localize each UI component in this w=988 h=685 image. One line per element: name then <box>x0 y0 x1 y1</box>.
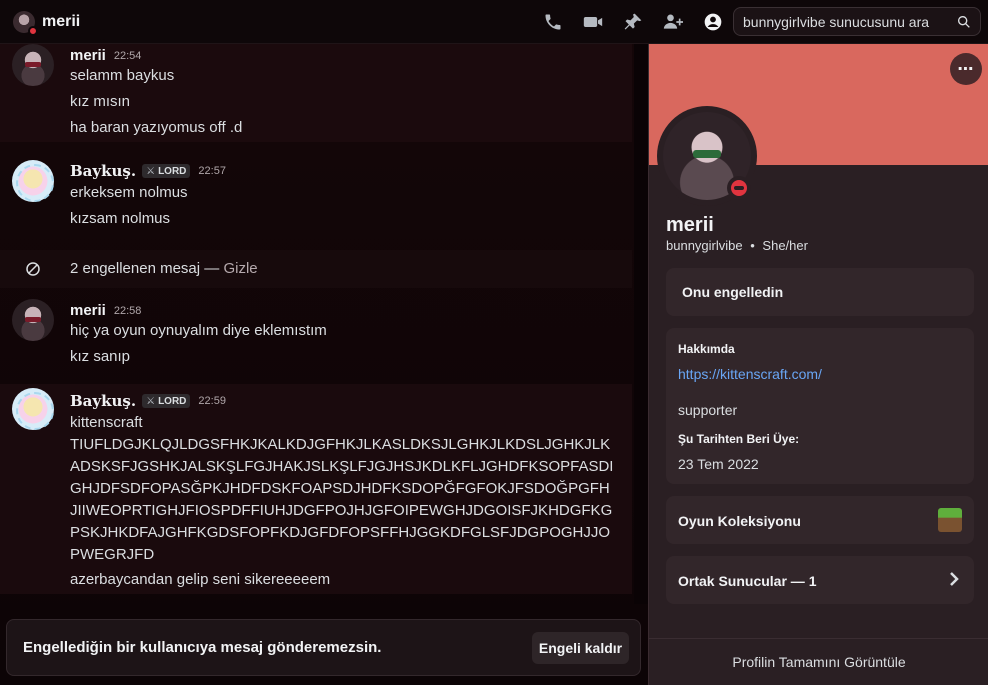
dm-avatar[interactable] <box>13 10 38 36</box>
phone-call-icon[interactable] <box>533 10 573 34</box>
mutual-servers-label: Ortak Sunucular — 1 <box>678 573 817 589</box>
avatar[interactable] <box>12 299 54 341</box>
profile-pronouns: She/her <box>762 238 808 253</box>
blocked-messages-text: 2 engellenen mesaj — Gizle <box>70 260 258 277</box>
game-icon <box>938 508 962 532</box>
member-since-date: 23 Tem 2022 <box>678 456 759 472</box>
scrollbar[interactable] <box>634 44 648 604</box>
about-card: Hakkımda https://kittenscraft.com/ suppo… <box>666 328 974 484</box>
sword-icon: ⚔ <box>146 395 156 407</box>
channel-title: merii <box>42 12 81 30</box>
search-icon[interactable] <box>956 14 972 30</box>
game-collection-label: Oyun Koleksiyonu <box>678 513 801 529</box>
message-text: azerbaycandan gelip seni sikereeeeem <box>70 571 331 588</box>
message-header: Baykuş. ⚔ LORD 22:57 <box>70 162 226 180</box>
blocked-icon <box>24 260 42 278</box>
chevron-right-icon <box>946 569 962 589</box>
message-text: kız sanıp <box>70 348 131 365</box>
blocked-status-card: Onu engelledin <box>666 268 974 316</box>
header-toolbar <box>533 10 733 34</box>
search-box[interactable] <box>733 7 981 36</box>
search-input[interactable] <box>743 13 953 30</box>
avatar[interactable] <box>12 388 54 430</box>
timestamp: 22:58 <box>113 304 142 317</box>
message-text: erkeksem nolmus <box>70 184 188 201</box>
message-text: kızsam nolmus <box>70 210 171 227</box>
avatar[interactable] <box>12 160 54 202</box>
profile-panel: ⋯ merii bunnygirlvibe • She/her Onu enge… <box>648 44 988 685</box>
message-text: kız mısın <box>70 93 131 110</box>
message-header: merii 22:58 <box>70 302 141 319</box>
about-heading: Hakkımda <box>678 342 735 356</box>
view-full-profile-link[interactable]: Profilin Tamamını Görüntüle <box>649 638 988 685</box>
blocked-composer: Engellediğin bir kullanıcıya mesaj gönde… <box>6 619 641 676</box>
timestamp: 22:54 <box>113 49 142 62</box>
role-tag: ⚔ LORD <box>142 394 191 408</box>
username[interactable]: Baykuş. <box>70 392 136 410</box>
pin-icon[interactable] <box>613 10 653 34</box>
profile-avatar[interactable] <box>657 106 757 206</box>
username[interactable]: merii <box>70 47 106 64</box>
message-header: merii 22:54 <box>70 47 141 64</box>
role-tag: ⚔ LORD <box>142 164 191 178</box>
blocked-status-text: Onu engelledin <box>682 284 784 300</box>
chat-area: merii 22:54 selamm baykus kız mısın ha b… <box>0 44 648 685</box>
profile-username[interactable]: bunnygirlvibe <box>666 238 743 253</box>
username[interactable]: merii <box>70 302 106 319</box>
video-camera-icon[interactable] <box>573 10 613 34</box>
timestamp: 22:59 <box>198 395 226 407</box>
add-friend-icon[interactable] <box>653 10 693 34</box>
separator-dot: • <box>750 238 755 253</box>
dnd-status-icon <box>727 176 751 200</box>
role-tag-label: LORD <box>158 395 187 407</box>
message-group: Baykuş. ⚔ LORD 22:59 kittenscraft TIUFLDG… <box>0 384 632 594</box>
message-text: kittenscraft <box>70 414 143 431</box>
sword-icon: ⚔ <box>146 165 156 177</box>
member-since-heading: Şu Tarihten Beri Üye: <box>678 432 800 446</box>
profile-username-line: bunnygirlvibe • She/her <box>666 238 808 253</box>
about-text: supporter <box>678 402 738 418</box>
message-text: hiç ya oyun oynuyalım diye eklemıstım <box>70 322 327 339</box>
message-group: merii 22:58 hiç ya oyun oynuyalım diye e… <box>0 294 632 372</box>
avatar[interactable] <box>12 44 54 86</box>
message-group: merii 22:54 selamm baykus kız mısın ha b… <box>0 44 632 142</box>
blocked-messages-row: 2 engellenen mesaj — Gizle <box>0 250 632 288</box>
dnd-status-icon <box>28 25 38 36</box>
message-text: selamm baykus <box>70 67 175 84</box>
more-options-icon[interactable]: ⋯ <box>950 53 982 85</box>
about-link[interactable]: https://kittenscraft.com/ <box>678 366 822 382</box>
timestamp: 22:57 <box>198 165 226 177</box>
unblock-button[interactable]: Engeli kaldır <box>532 632 629 664</box>
blocked-notice: Engellediğin bir kullanıcıya mesaj gönde… <box>23 639 382 656</box>
message-group: Baykuş. ⚔ LORD 22:57 erkeksem nolmus kızs… <box>0 158 632 246</box>
user-profile-icon[interactable] <box>693 10 733 34</box>
hide-blocked-link[interactable]: Gizle <box>223 260 257 277</box>
message-text: ha baran yazıyomus off .d <box>70 119 243 136</box>
message-header: Baykuş. ⚔ LORD 22:59 <box>70 392 226 410</box>
blocked-count-text: 2 engellenen mesaj — <box>70 260 224 277</box>
profile-display-name: merii <box>666 214 714 236</box>
message-text: TIUFLDGJKLQJLDGSFHKJKALKDJGFHKJLKASLDKSJ… <box>70 436 614 563</box>
game-collection-card[interactable]: Oyun Koleksiyonu <box>666 496 974 544</box>
username[interactable]: Baykuş. <box>70 162 136 180</box>
role-tag-label: LORD <box>158 165 187 177</box>
top-bar: merii <box>0 0 988 44</box>
mutual-servers-card[interactable]: Ortak Sunucular — 1 <box>666 556 974 604</box>
